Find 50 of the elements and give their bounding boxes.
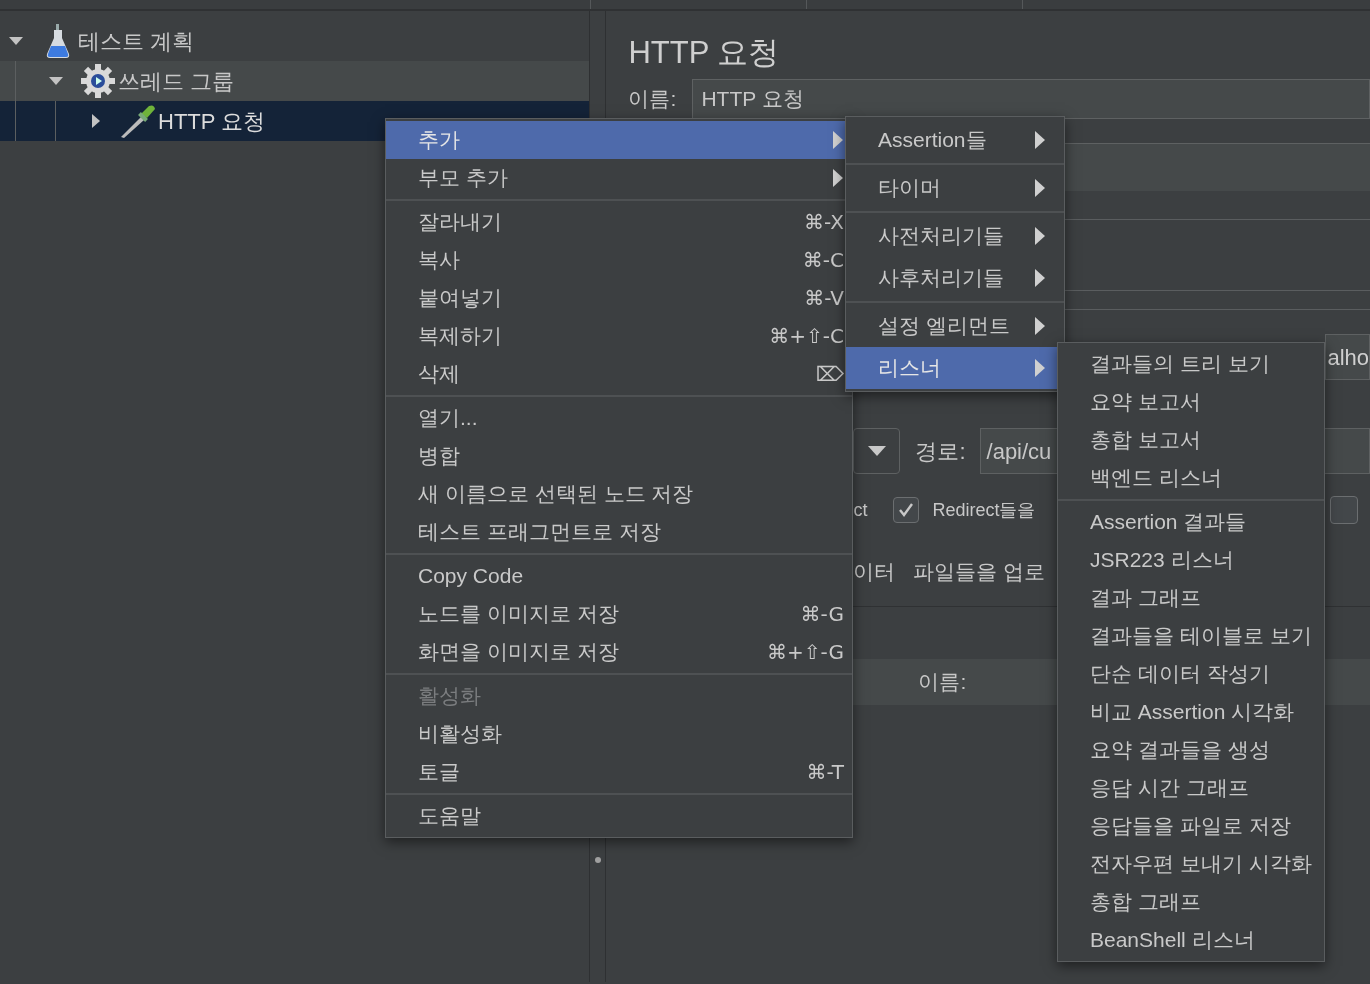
menu-item[interactable]: 총합 보고서 [1058,421,1324,459]
menu-item[interactable]: 요약 결과들을 생성 [1058,731,1324,769]
menu-item[interactable]: 새 이름으로 선택된 노드 저장 [386,475,852,513]
menu-item[interactable]: 병합 [386,437,852,475]
menu-item[interactable]: 도움말 [386,797,852,835]
field-label: 이름: [628,86,678,113]
section-label: 파일들을 업로 [913,559,1046,585]
menu-item[interactable]: 사후처리기들 [846,257,1064,299]
menu-item[interactable]: 백엔드 리스너 [1058,459,1324,497]
menu-item[interactable]: 토글 ⌘-T [386,753,852,791]
menu-item[interactable]: 전자우편 보내기 시각화 [1058,845,1324,883]
tree-label: HTTP 요청 [158,107,266,136]
menu-item[interactable]: 열기... [386,399,852,437]
menu-item[interactable]: 총합 그래프 [1058,883,1324,921]
tree-item[interactable]: 쓰레드 그룹 [0,61,589,101]
menu-item[interactable]: 결과들을 테이블로 보기 [1058,617,1324,655]
checkbox[interactable] [893,497,920,523]
tree-label: 쓰레드 그룹 [118,67,235,96]
tree-item[interactable]: 테스트 계획 [0,21,589,61]
flask-icon [46,24,70,58]
menu-item[interactable]: 테스트 프래그먼트로 저장 [386,513,852,551]
server-field[interactable]: alho [1325,334,1370,380]
checkbox-label: Redirect들을 [932,498,1036,522]
section-label: 이터 [853,559,896,585]
menu-item[interactable]: 사전처리기들 [846,215,1064,257]
panel-title: HTTP 요청 [628,34,781,72]
field-label: 경로: [915,437,966,466]
menu-item[interactable]: JSR223 리스너 [1058,541,1324,579]
menu-item[interactable]: 노드를 이미지로 저장 ⌘-G [386,595,852,633]
menu-item[interactable]: Assertion 결과들 [1058,503,1324,541]
field-label: 이름: [918,668,967,695]
pipette-icon [119,104,157,138]
name-field[interactable]: HTTP 요청 [692,79,1370,119]
menu-item[interactable]: 비활성화 [386,715,852,753]
menu-item[interactable]: 단순 데이터 작성기 [1058,655,1324,693]
menu-item[interactable]: 비교 Assertion 시각화 [1058,693,1324,731]
menu-item[interactable]: BeanShell 리스너 [1058,921,1324,959]
option-label: ct [853,498,869,522]
tree-label: 테스트 계획 [78,27,195,56]
menu-item[interactable]: Copy Code [386,557,852,595]
menu-item[interactable]: 화면을 이미지로 저장 ⌘+⇧-G [386,633,852,671]
menu-item[interactable]: 설정 엘리먼트 [846,305,1064,347]
menu-item[interactable]: 결과 그래프 [1058,579,1324,617]
menu-item[interactable]: 응답 시간 그래프 [1058,769,1324,807]
gear-icon [80,63,116,99]
splitter-grip-icon[interactable] [594,857,601,863]
caret-icon [867,446,886,456]
checkbox[interactable] [1330,496,1358,524]
menu-item[interactable]: 응답들을 파일로 저장 [1058,807,1324,845]
check-icon [898,502,915,518]
